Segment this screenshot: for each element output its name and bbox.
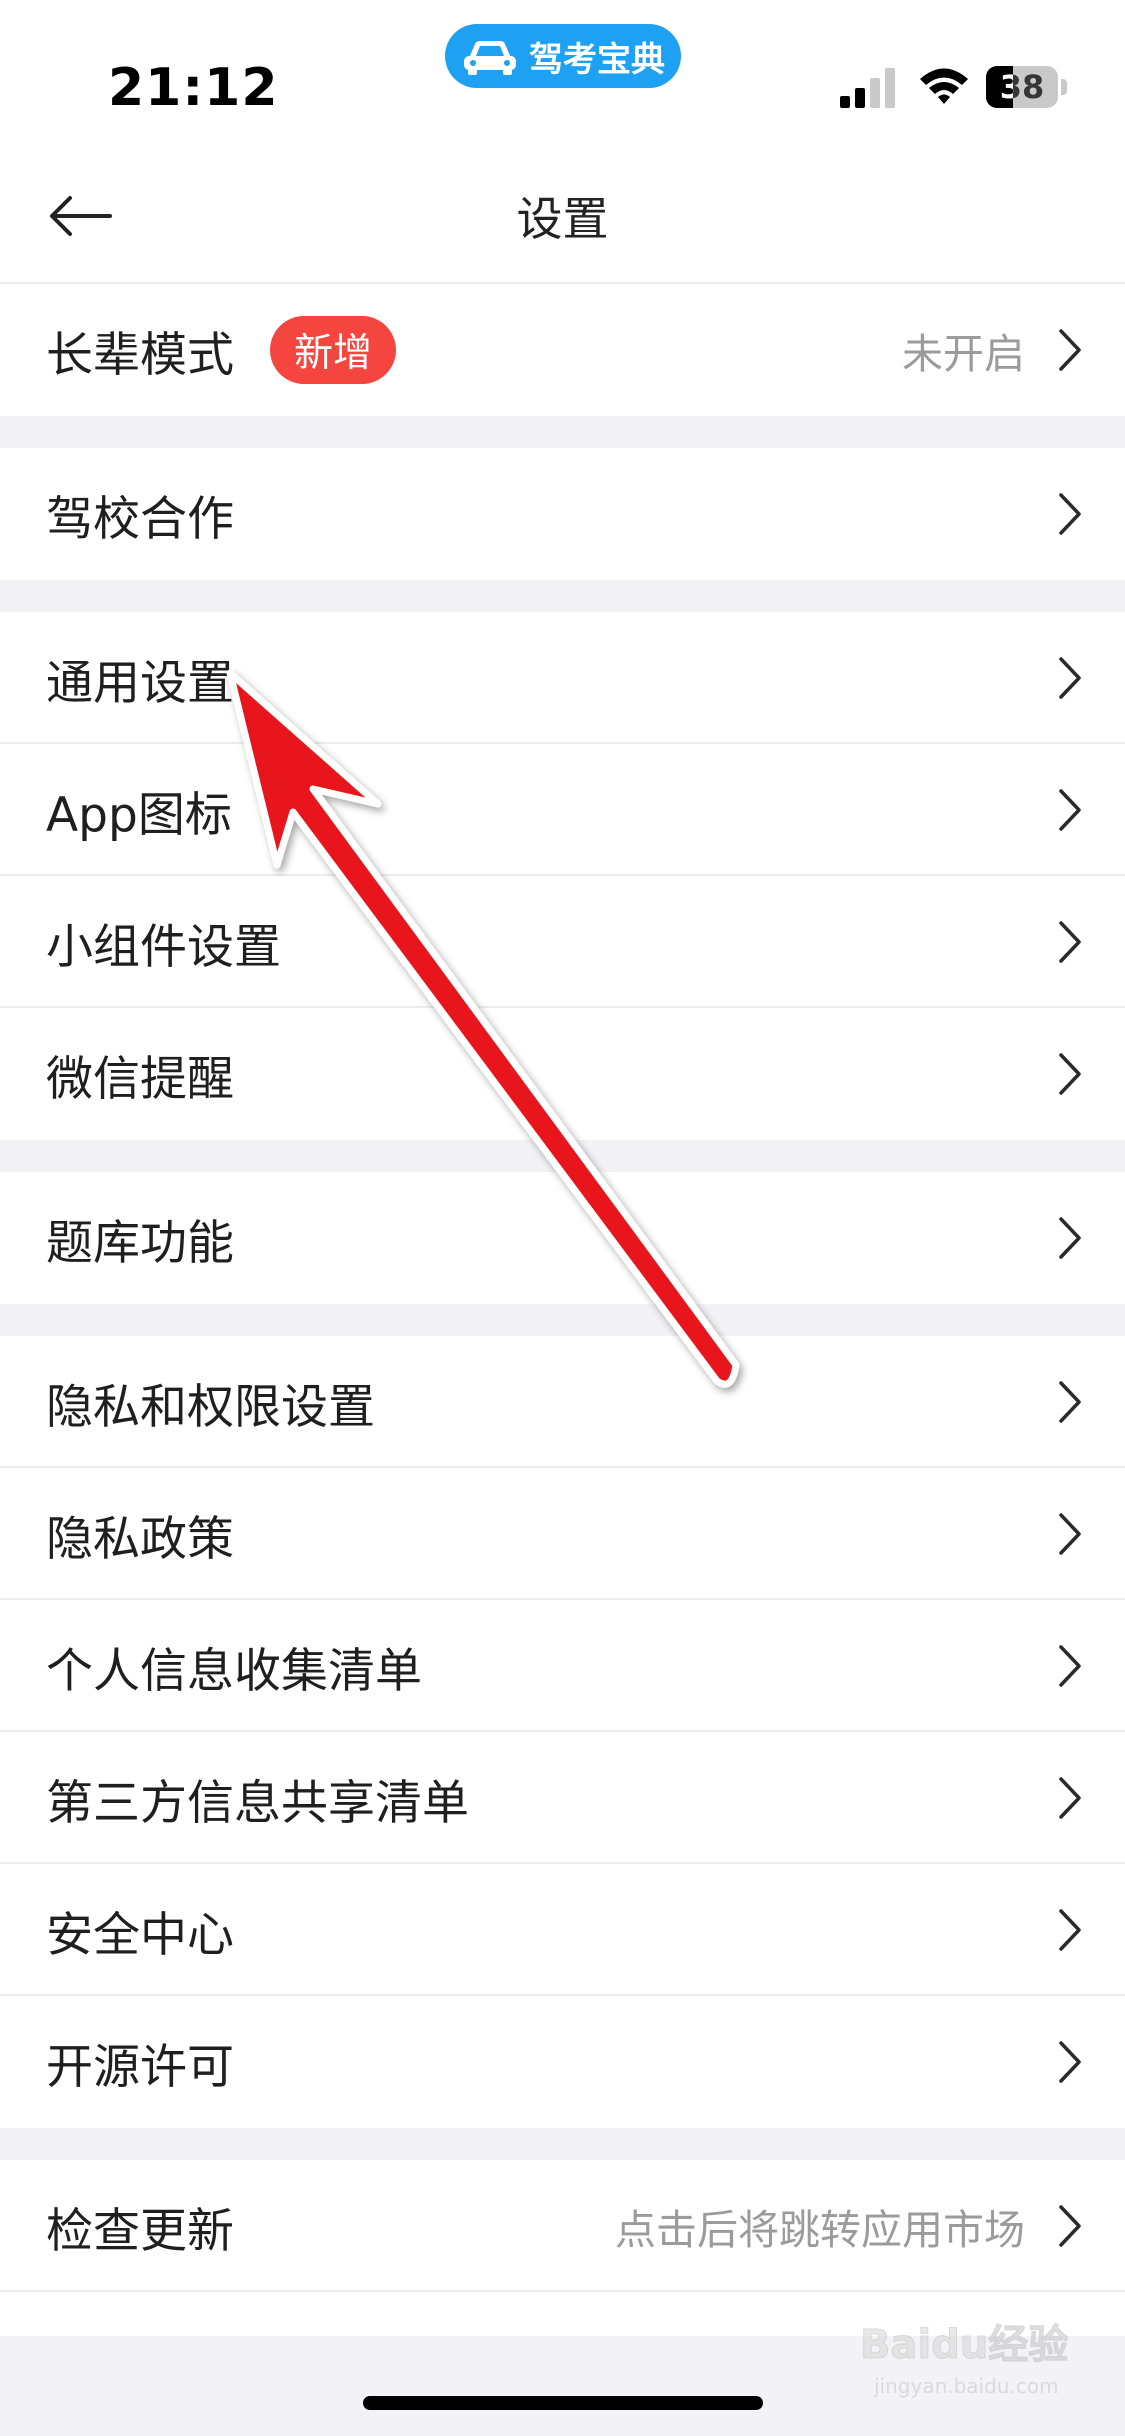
- settings-list: 长辈模式 新增 未开启驾校合作通用设置 App图标小组件设置微信提醒题库功能隐私和权限…: [0, 284, 1125, 2424]
- settings-row-app-icon[interactable]: App图标: [0, 744, 1125, 876]
- nav-bar: 设置: [0, 150, 1125, 284]
- settings-row-wechat-reminder[interactable]: 微信提醒: [0, 1008, 1125, 1140]
- settings-row-widget-settings[interactable]: 小组件设置: [0, 876, 1125, 1008]
- settings-row-question-bank[interactable]: 题库功能: [0, 1172, 1125, 1304]
- section-divider: [0, 416, 1125, 448]
- settings-screen: 21:12 驾考宝典 38 设置 长辈模式 新增 未开启 驾校合作 通用设置 A…: [0, 0, 1125, 2436]
- chevron-right-icon: [1059, 657, 1081, 699]
- chevron-right-icon: [1059, 1217, 1081, 1259]
- chevron-right-icon: [1059, 2205, 1081, 2247]
- battery-icon: 38: [986, 66, 1068, 108]
- row-label: 通用设置: [46, 655, 234, 711]
- row-label: 微信提醒: [46, 1051, 234, 1107]
- row-label: 长辈模式: [46, 327, 234, 383]
- chevron-right-icon: [1059, 1381, 1081, 1423]
- app-return-pill[interactable]: 驾考宝典: [445, 24, 681, 88]
- watermark-url: jingyan.baidu.com: [874, 2374, 1059, 2398]
- baidu-watermark: Baidu经验 jingyan.baidu.com: [859, 2312, 1080, 2412]
- settings-row-elder-mode[interactable]: 长辈模式 新增 未开启: [0, 284, 1125, 416]
- new-badge: 新增: [270, 316, 397, 384]
- chevron-right-icon: [1059, 1645, 1081, 1687]
- chevron-right-icon: [1059, 1909, 1081, 1951]
- battery-level: 38: [999, 68, 1045, 106]
- row-label: 隐私和权限设置: [46, 1379, 375, 1435]
- car-icon: [464, 41, 516, 75]
- cellular-signal-icon: [840, 68, 895, 108]
- row-value: 未开启: [902, 330, 1025, 378]
- row-label: 个人信息收集清单: [46, 1643, 422, 1699]
- chevron-right-icon: [1059, 1513, 1081, 1555]
- chevron-right-icon: [1059, 493, 1081, 535]
- settings-row-privacy-policy[interactable]: 隐私政策: [0, 1468, 1125, 1600]
- settings-row-driving-school-cooperation[interactable]: 驾校合作: [0, 448, 1125, 580]
- row-label: 开源许可: [46, 2039, 234, 2095]
- app-pill-label: 驾考宝典: [529, 39, 665, 80]
- row-label: 安全中心: [46, 1907, 234, 1963]
- settings-row-personal-info-list[interactable]: 个人信息收集清单: [0, 1600, 1125, 1732]
- chevron-right-icon: [1059, 329, 1081, 371]
- section-divider: [0, 580, 1125, 612]
- chevron-right-icon: [1059, 1777, 1081, 1819]
- row-label: 驾校合作: [46, 491, 234, 547]
- chevron-right-icon: [1059, 789, 1081, 831]
- settings-row-privacy-permissions[interactable]: 隐私和权限设置: [0, 1336, 1125, 1468]
- settings-row-open-source-license[interactable]: 开源许可: [0, 1996, 1125, 2128]
- row-label: 题库功能: [46, 1215, 234, 1271]
- chevron-right-icon: [1059, 2041, 1081, 2083]
- chevron-right-icon: [1059, 921, 1081, 963]
- row-label: 检查更新: [46, 2203, 234, 2259]
- arrow-left-icon: [50, 196, 112, 236]
- page-title: 设置: [516, 192, 609, 246]
- status-time: 21:12: [108, 58, 279, 118]
- settings-row-check-update[interactable]: 检查更新 点击后将跳转应用市场: [0, 2160, 1125, 2292]
- back-button[interactable]: [40, 182, 120, 250]
- status-bar: 21:12 驾考宝典 38: [0, 0, 1125, 150]
- row-label: App图标: [46, 787, 232, 843]
- row-label: 第三方信息共享清单: [46, 1775, 469, 1831]
- settings-row-third-party-sharing-list[interactable]: 第三方信息共享清单: [0, 1732, 1125, 1864]
- row-label: 隐私政策: [46, 1511, 234, 1567]
- settings-row-security-center[interactable]: 安全中心: [0, 1864, 1125, 1996]
- home-indicator[interactable]: [363, 2396, 763, 2410]
- section-divider: [0, 2128, 1125, 2160]
- settings-row-general-settings[interactable]: 通用设置: [0, 612, 1125, 744]
- wifi-icon: [920, 68, 968, 104]
- row-label: 小组件设置: [46, 919, 281, 975]
- section-divider: [0, 1304, 1125, 1336]
- chevron-right-icon: [1059, 1053, 1081, 1095]
- row-value: 点击后将跳转应用市场: [615, 2206, 1025, 2254]
- watermark-brand: Baidu经验: [859, 2322, 1069, 2369]
- section-divider: [0, 1140, 1125, 1172]
